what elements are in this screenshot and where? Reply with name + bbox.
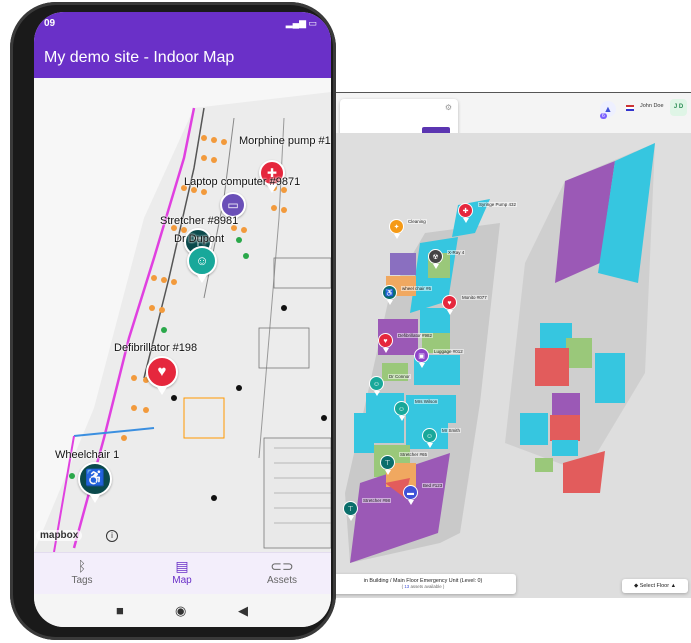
- recents-icon[interactable]: ■: [116, 603, 124, 618]
- map-icon: ▤: [175, 558, 189, 574]
- web-floor-plan[interactable]: [330, 133, 691, 573]
- bed-icon[interactable]: ▬: [403, 485, 418, 505]
- home-icon[interactable]: ◉: [175, 603, 186, 619]
- asset-label: Mr Smith: [441, 428, 461, 433]
- nav-tab-label: Tags: [71, 575, 93, 586]
- defibrillator-icon[interactable]: ♥: [146, 356, 178, 395]
- status-time: 09: [44, 18, 56, 29]
- web-map-panel: ⚙ ▲ 6 John Doe J D ✦ Cleaning ✚ Syringe …: [330, 92, 691, 598]
- bottom-navigation: ᛒ Tags ▤ Map ⊂⊃ Assets: [34, 552, 331, 594]
- user-name[interactable]: John Doe: [640, 103, 664, 109]
- asset-label: Mrs Wilson: [414, 399, 439, 404]
- link-icon: ⊂⊃: [270, 558, 294, 574]
- asset-label: Stretcher #65: [399, 452, 429, 457]
- nav-tab-map[interactable]: ▤ Map: [142, 557, 222, 586]
- system-navigation-bar: ■ ◉ ◀: [34, 594, 331, 627]
- back-icon[interactable]: ◀: [238, 603, 248, 619]
- defibrillator-icon[interactable]: ♥: [378, 333, 393, 353]
- wheelchair-icon[interactable]: ♿: [78, 462, 112, 503]
- nav-tab-label: Map: [172, 575, 192, 586]
- map-pin-label: Morphine pump #1267: [239, 135, 331, 147]
- phone-frame: 09 ▂▄▆ ▭ My demo site - Indoor Map Morph…: [10, 2, 336, 640]
- luggage-icon[interactable]: ▣: [414, 348, 429, 368]
- stretcher-icon[interactable]: ⊤: [380, 455, 395, 475]
- asset-label: Dr Connor: [388, 374, 411, 379]
- asset-label: wheel chair #6: [401, 286, 433, 291]
- gear-icon[interactable]: ⚙: [445, 103, 452, 112]
- nav-tab-tags[interactable]: ᛒ Tags: [42, 557, 122, 586]
- indoor-map[interactable]: Morphine pump #1267 ✚ Laptop computer #9…: [34, 78, 331, 552]
- asset-label: Stretcher #98: [362, 498, 392, 503]
- location-status-bar: in Building / Main Floor Emergency Unit …: [330, 574, 516, 594]
- screenshot-stage: ⚙ ▲ 6 John Doe J D ✦ Cleaning ✚ Syringe …: [0, 0, 691, 643]
- app-title: My demo site - Indoor Map: [44, 49, 235, 66]
- map-pin-label: Wheelchair 1: [55, 449, 120, 461]
- asset-label: Bed #123: [422, 483, 444, 488]
- asset-label: Defibrillator #982: [397, 333, 434, 338]
- layers-icon: ◆: [633, 583, 639, 589]
- mapbox-logo[interactable]: mapbox: [36, 530, 83, 541]
- signal-icon: ▂▄▆ ▭: [285, 18, 317, 28]
- notification-count-badge: 6: [600, 113, 607, 119]
- info-icon[interactable]: i: [106, 530, 118, 542]
- us-flag-icon[interactable]: [626, 105, 634, 111]
- asset-count-text: ( 13 assets available ): [401, 584, 445, 589]
- chevron-up-icon: ▲: [670, 583, 677, 589]
- syringe-pump-icon[interactable]: ✚: [458, 203, 473, 223]
- user-avatar[interactable]: J D: [670, 99, 687, 116]
- cleaning-icon[interactable]: ✦: [389, 219, 404, 239]
- asset-label: Monito #077: [461, 295, 488, 300]
- monitor-icon[interactable]: ♥: [442, 295, 457, 315]
- xray-icon[interactable]: ☢: [428, 249, 443, 269]
- map-pin-label: Laptop computer #9871: [184, 176, 301, 188]
- stretcher-icon[interactable]: ⊤: [343, 501, 358, 521]
- app-bar: My demo site - Indoor Map: [34, 38, 331, 78]
- asset-label: Cleaning: [407, 219, 427, 224]
- asset-label: Luggage #012: [433, 349, 464, 354]
- select-floor-button[interactable]: ◆ Select Floor ▲: [622, 579, 688, 593]
- doctor-icon[interactable]: ☺: [187, 246, 217, 283]
- phone-screen: 09 ▂▄▆ ▭ My demo site - Indoor Map Morph…: [34, 12, 331, 627]
- asset-label: X-Ray 4: [447, 250, 466, 255]
- map-pin-label: Dr Dupont: [174, 233, 225, 245]
- asset-label: Syringe Pump 432: [478, 202, 518, 207]
- patient-icon[interactable]: ☺: [422, 428, 437, 448]
- select-floor-label: Select Floor: [639, 583, 670, 589]
- bluetooth-icon: ᛒ: [77, 558, 87, 574]
- map-pin-label: Stretcher #8981: [160, 215, 239, 227]
- nav-tab-assets[interactable]: ⊂⊃ Assets: [242, 557, 322, 586]
- map-pin-label: Defibrillator #198: [114, 342, 198, 354]
- doctor-icon[interactable]: ☺: [369, 376, 384, 396]
- status-bar: 09 ▂▄▆ ▭: [34, 12, 331, 38]
- patient-icon[interactable]: ☺: [394, 401, 409, 421]
- nav-tab-label: Assets: [266, 575, 297, 586]
- wheelchair-icon[interactable]: ♿: [382, 285, 397, 305]
